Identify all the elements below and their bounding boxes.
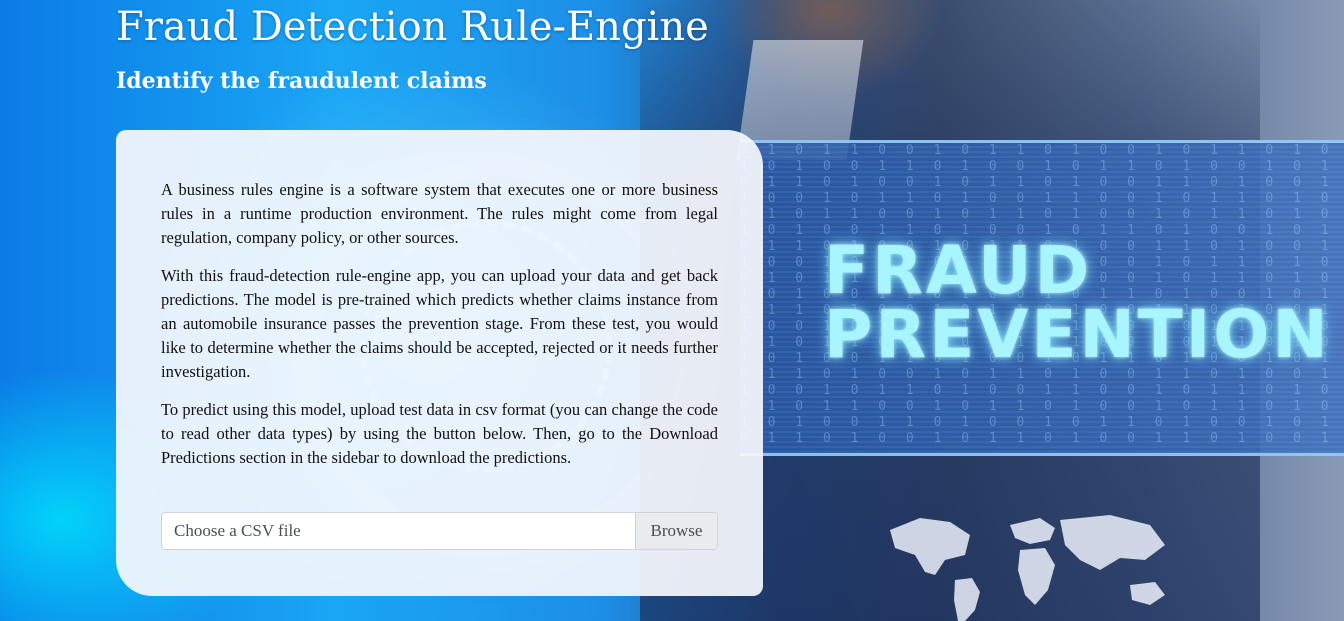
- page-subtitle: Identify the fraudulent claims: [116, 68, 487, 94]
- browse-button[interactable]: Browse: [635, 513, 717, 549]
- world-map-graphic: [890, 515, 1165, 621]
- fraud-prevention-text: FRAUD PREVENTION: [824, 232, 1331, 373]
- paragraph-instructions: To predict using this model, upload test…: [161, 400, 718, 467]
- page-title: Fraud Detection Rule-Engine: [116, 4, 709, 50]
- file-input-field[interactable]: Choose a CSV file: [162, 513, 635, 549]
- fraud-prevention-banner: 0 1 0 1 1 0 0 1 0 1 1 0 1 0 0 1 0 1 1 0 …: [740, 140, 1344, 456]
- paragraph-rules-engine: A business rules engine is a software sy…: [161, 180, 718, 247]
- csv-file-uploader[interactable]: Choose a CSV file Browse: [161, 512, 718, 550]
- description-card: A business rules engine is a software sy…: [116, 130, 763, 596]
- paragraph-app-description: With this fraud-detection rule-engine ap…: [161, 266, 718, 381]
